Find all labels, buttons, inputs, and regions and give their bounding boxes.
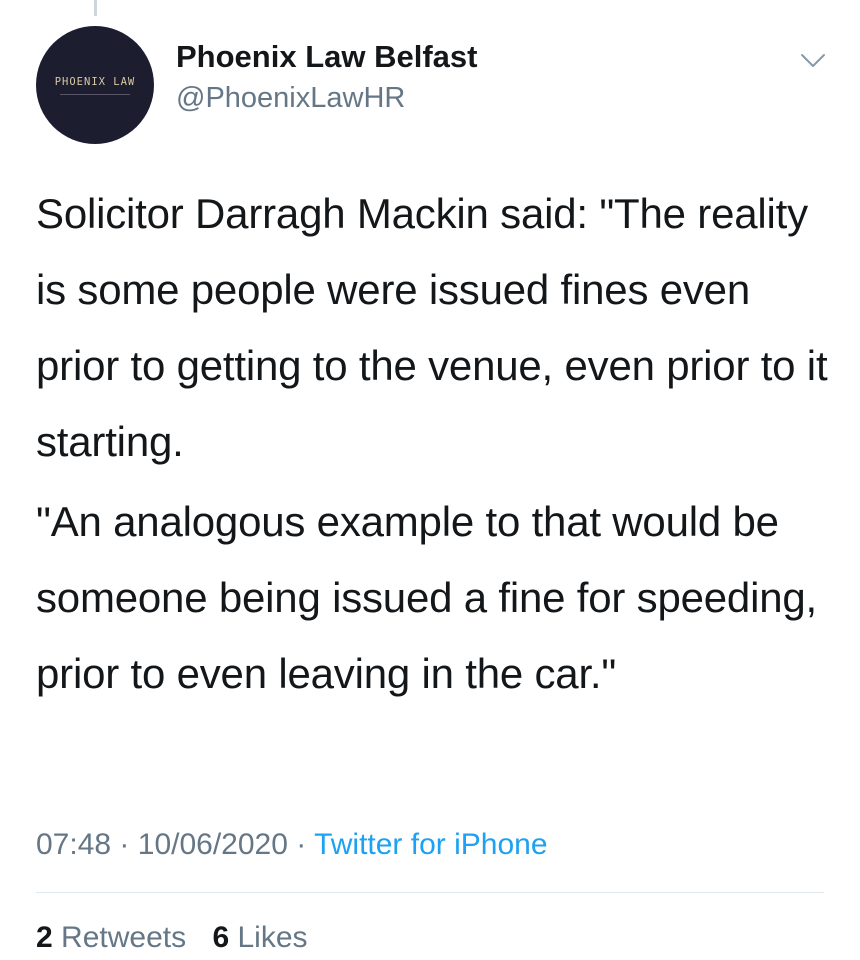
- author-handle[interactable]: @PhoenixLawHR: [176, 78, 477, 118]
- likes-label: Likes: [237, 921, 308, 954]
- author-display-name[interactable]: Phoenix Law Belfast: [176, 38, 477, 76]
- meta-separator: ·: [296, 828, 307, 861]
- likes-count: 6: [212, 921, 230, 954]
- retweets-stat[interactable]: 2 Retweets: [36, 921, 186, 954]
- tweet-paragraph: Solicitor Darragh Mackin said: "The real…: [36, 190, 828, 465]
- tweet-paragraph: "An analogous example to that would be s…: [36, 498, 818, 697]
- retweets-label: Retweets: [61, 921, 187, 954]
- author-names: Phoenix Law Belfast @PhoenixLawHR: [176, 38, 477, 118]
- tweet: PHOENIX LAW Phoenix Law Belfast @Phoenix…: [0, 0, 860, 960]
- avatar-logo-text: PHOENIX LAW: [54, 75, 136, 88]
- meta-separator: ·: [119, 828, 130, 861]
- tweet-time[interactable]: 07:48: [36, 828, 111, 861]
- retweets-count: 2: [36, 921, 53, 954]
- thread-connector-line: [94, 0, 97, 16]
- avatar[interactable]: PHOENIX LAW: [36, 26, 154, 144]
- tweet-source-link[interactable]: Twitter for iPhone: [314, 828, 547, 861]
- tweet-date[interactable]: 10/06/2020: [138, 828, 288, 861]
- tweet-body: Solicitor Darragh Mackin said: "The real…: [36, 176, 836, 712]
- avatar-logo-rule: [60, 93, 130, 95]
- divider: [36, 892, 824, 893]
- tweet-meta: 07:48 · 10/06/2020 · Twitter for iPhone: [36, 820, 548, 870]
- tweet-header: PHOENIX LAW Phoenix Law Belfast @Phoenix…: [36, 26, 477, 144]
- likes-stat[interactable]: 6 Likes: [212, 921, 307, 954]
- tweet-stats: 2 Retweets 6 Likes: [36, 916, 308, 960]
- chevron-down-icon[interactable]: [800, 52, 826, 70]
